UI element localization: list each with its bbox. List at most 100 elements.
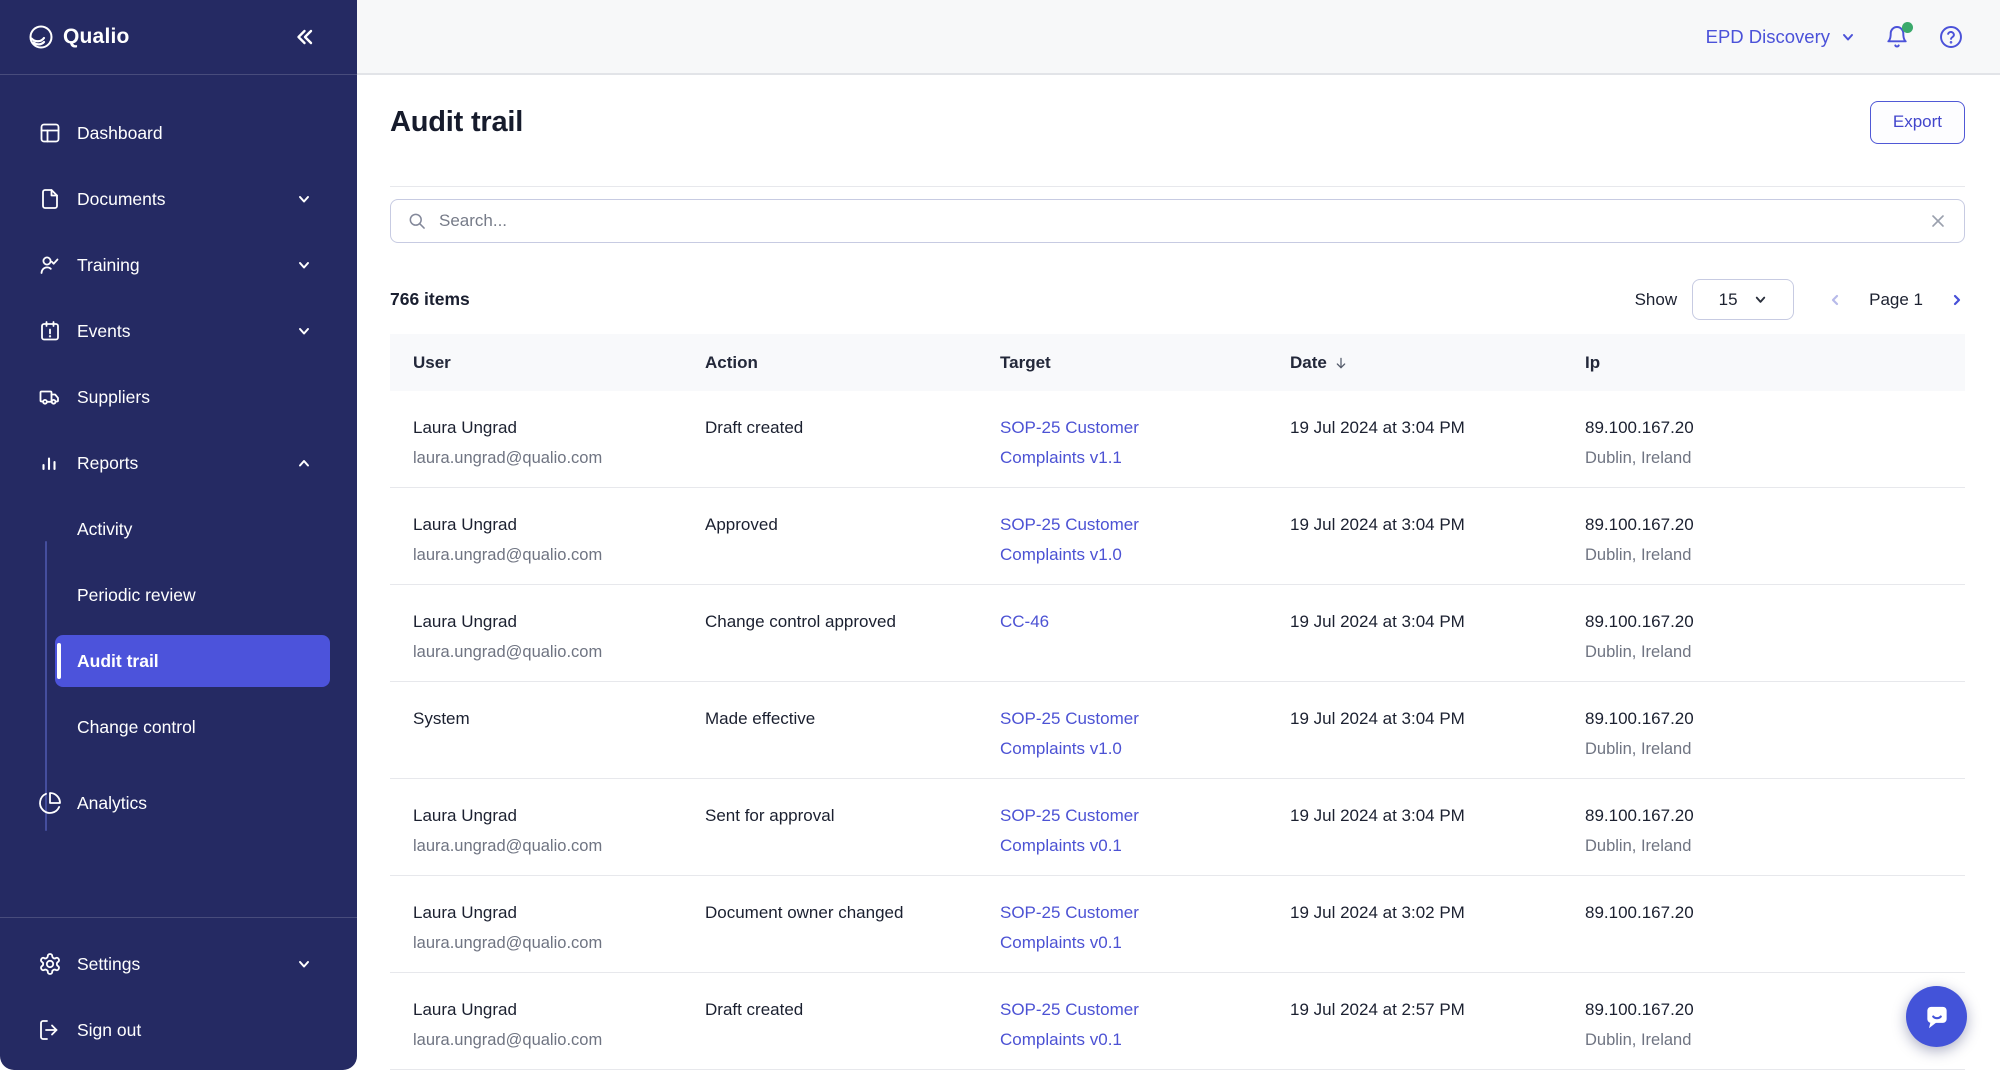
sidebar-item-periodic-review[interactable]: Periodic review	[0, 569, 357, 621]
sidebar-item-dashboard[interactable]: Dashboard	[0, 107, 357, 159]
ip-value: 89.100.167.20	[1585, 806, 1694, 825]
date-cell: 19 Jul 2024 at 3:04 PM	[1267, 488, 1562, 584]
sidebar-footer: Settings Sign out	[0, 917, 357, 1070]
logout-icon	[38, 1018, 62, 1042]
target-link[interactable]: SOP-25 CustomerComplaints v0.1	[1000, 898, 1257, 958]
action-cell: Draft created	[682, 973, 977, 1069]
target-link-line: Complaints v1.0	[1000, 734, 1257, 764]
column-header-user[interactable]: User	[390, 353, 682, 373]
sidebar-item-suppliers[interactable]: Suppliers	[0, 371, 357, 423]
date-cell: 19 Jul 2024 at 3:04 PM	[1267, 391, 1562, 487]
user-check-icon	[38, 253, 62, 277]
ip-value: 89.100.167.20	[1585, 709, 1694, 728]
table-row: Laura Ungrad laura.ungrad@qualio.com App…	[390, 488, 1965, 585]
date-value: 19 Jul 2024 at 3:04 PM	[1290, 612, 1465, 631]
user-email: laura.ungrad@qualio.com	[413, 928, 672, 958]
user-name: Laura Ungrad	[413, 903, 517, 922]
chevron-down-icon	[296, 956, 312, 972]
sidebar-item-activity[interactable]: Activity	[0, 503, 357, 555]
chevron-down-icon	[296, 323, 312, 339]
search-input[interactable]	[439, 211, 1916, 231]
target-link-line: SOP-25 Customer	[1000, 898, 1257, 928]
page-indicator: Page 1	[1869, 290, 1923, 310]
target-cell: SOP-25 CustomerComplaints v1.1	[977, 391, 1267, 487]
export-button[interactable]: Export	[1870, 101, 1965, 144]
target-cell: SOP-25 CustomerComplaints v0.1	[977, 779, 1267, 875]
sidebar-item-training[interactable]: Training	[0, 239, 357, 291]
page-title: Audit trail	[390, 106, 523, 139]
sidebar-item-label: Audit trail	[77, 651, 159, 672]
user-cell: Laura Ungrad laura.ungrad@qualio.com	[390, 973, 682, 1069]
target-link[interactable]: SOP-25 CustomerComplaints v0.1	[1000, 801, 1257, 861]
date-cell: 19 Jul 2024 at 3:04 PM	[1267, 682, 1562, 778]
action-cell: Document owner changed	[682, 876, 977, 972]
action-label: Change control approved	[705, 612, 896, 631]
ip-location: Dublin, Ireland	[1585, 734, 1955, 764]
ip-location: Dublin, Ireland	[1585, 443, 1955, 473]
user-email: laura.ungrad@qualio.com	[413, 831, 672, 861]
sidebar-item-label: Change control	[77, 717, 196, 738]
chat-bubble-icon	[1922, 1002, 1952, 1032]
target-link[interactable]: CC-46	[1000, 607, 1257, 637]
table-row: Laura Ungrad laura.ungrad@qualio.com Dra…	[390, 973, 1965, 1070]
truck-icon	[38, 385, 62, 409]
previous-page-icon[interactable]	[1827, 292, 1843, 308]
clear-search-icon[interactable]	[1928, 211, 1948, 231]
ip-value: 89.100.167.20	[1585, 612, 1694, 631]
divider	[390, 186, 1965, 187]
chat-fab-button[interactable]	[1906, 986, 1967, 1047]
user-cell: Laura Ungrad laura.ungrad@qualio.com	[390, 585, 682, 681]
target-link[interactable]: SOP-25 CustomerComplaints v1.0	[1000, 704, 1257, 764]
user-cell: Laura Ungrad laura.ungrad@qualio.com	[390, 876, 682, 972]
column-label: Date	[1290, 353, 1327, 373]
page-size-select[interactable]: 15	[1692, 279, 1794, 320]
help-icon[interactable]	[1938, 24, 1964, 50]
action-label: Draft created	[705, 1000, 803, 1019]
sidebar-item-analytics[interactable]: Analytics	[0, 777, 357, 829]
date-cell: 19 Jul 2024 at 2:57 PM	[1267, 973, 1562, 1069]
sidebar-collapse-icon[interactable]	[291, 24, 317, 50]
ip-cell: 89.100.167.20 Dublin, Ireland	[1562, 488, 1965, 584]
column-header-action[interactable]: Action	[682, 353, 977, 373]
target-cell: SOP-25 CustomerComplaints v1.0	[977, 488, 1267, 584]
target-link[interactable]: SOP-25 CustomerComplaints v1.0	[1000, 510, 1257, 570]
column-header-date[interactable]: Date	[1267, 353, 1562, 373]
sidebar-item-audit-trail[interactable]: Audit trail	[55, 635, 330, 687]
workspace-switcher[interactable]: EPD Discovery	[1706, 26, 1856, 48]
action-cell: Approved	[682, 488, 977, 584]
user-name: Laura Ungrad	[413, 612, 517, 631]
workspace-name: EPD Discovery	[1706, 26, 1830, 48]
action-cell: Change control approved	[682, 585, 977, 681]
action-cell: Made effective	[682, 682, 977, 778]
next-page-icon[interactable]	[1949, 292, 1965, 308]
ip-value: 89.100.167.20	[1585, 515, 1694, 534]
column-header-ip[interactable]: Ip	[1562, 353, 1965, 373]
sidebar-item-sign-out[interactable]: Sign out	[0, 1004, 357, 1056]
action-cell: Draft created	[682, 391, 977, 487]
date-value: 19 Jul 2024 at 3:04 PM	[1290, 515, 1465, 534]
sidebar-item-label: Sign out	[77, 1020, 141, 1041]
user-name: Laura Ungrad	[413, 806, 517, 825]
chevron-up-icon	[296, 455, 312, 471]
sidebar: Qualio Dashboard Documents	[0, 0, 357, 1070]
table-row: Laura Ungrad laura.ungrad@qualio.com Dra…	[390, 391, 1965, 488]
date-value: 19 Jul 2024 at 3:04 PM	[1290, 709, 1465, 728]
sidebar-item-reports[interactable]: Reports	[0, 437, 357, 489]
table-header: User Action Target Date Ip	[390, 334, 1965, 391]
table-row: System Made effective SOP-25 CustomerCom…	[390, 682, 1965, 779]
sidebar-item-change-control[interactable]: Change control	[0, 701, 357, 753]
target-cell: SOP-25 CustomerComplaints v1.0	[977, 682, 1267, 778]
ip-value: 89.100.167.20	[1585, 1000, 1694, 1019]
target-link[interactable]: SOP-25 CustomerComplaints v1.1	[1000, 413, 1257, 473]
column-header-target[interactable]: Target	[977, 353, 1267, 373]
target-link[interactable]: SOP-25 CustomerComplaints v0.1	[1000, 995, 1257, 1055]
sidebar-item-settings[interactable]: Settings	[0, 938, 357, 990]
date-value: 19 Jul 2024 at 3:02 PM	[1290, 903, 1465, 922]
sidebar-item-events[interactable]: Events	[0, 305, 357, 357]
notifications-bell-icon[interactable]	[1884, 24, 1910, 50]
action-label: Draft created	[705, 418, 803, 437]
action-label: Sent for approval	[705, 806, 834, 825]
chevron-down-icon	[296, 191, 312, 207]
sidebar-item-documents[interactable]: Documents	[0, 173, 357, 225]
items-count: 766 items	[390, 289, 470, 310]
